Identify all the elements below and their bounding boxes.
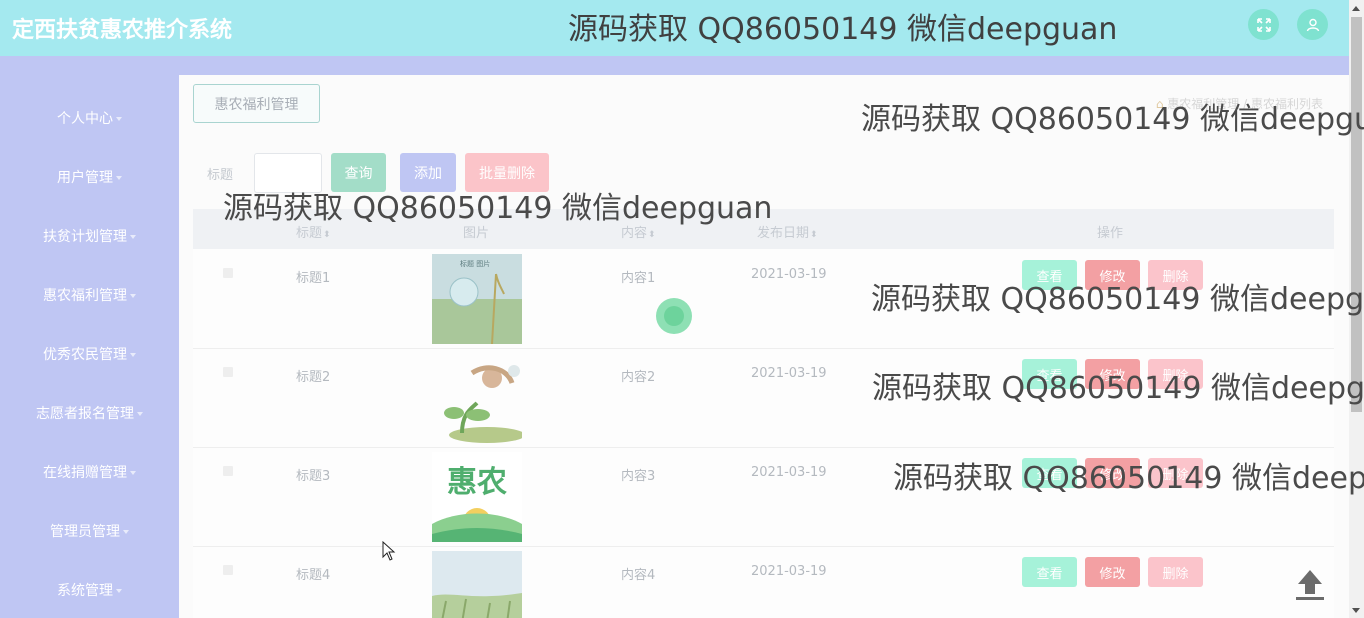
search-label: 标题 — [207, 168, 234, 183]
sidebar-item-volunteers[interactable]: 志愿者报名管理 — [0, 403, 179, 423]
home-icon: ⌂ — [1155, 97, 1164, 111]
cell-content: 内容4 — [621, 568, 656, 583]
watermark-text: 源码获取 QQ86050149 微信deepguan — [568, 12, 1118, 47]
scroll-down-icon[interactable] — [1352, 608, 1360, 613]
cell-content: 内容3 — [621, 469, 656, 484]
delete-button[interactable]: 删除 — [1148, 260, 1203, 290]
click-indicator — [656, 298, 692, 334]
table-row: 标题3 惠农 内容3 2021-03-19 查看 修改 删除 — [193, 448, 1334, 547]
edit-button[interactable]: 修改 — [1085, 359, 1140, 389]
sidebar-item-label: 用户管理 — [57, 170, 113, 186]
table-header: 标题⬍ 图片 内容⬍ 发布日期⬍ 操作 — [193, 209, 1334, 249]
column-header-content[interactable]: 内容⬍ — [621, 222, 656, 241]
cell-date: 2021-03-19 — [751, 564, 827, 579]
caret-down-icon — [116, 589, 122, 593]
cell-date: 2021-03-19 — [751, 267, 827, 282]
fullscreen-icon[interactable] — [1248, 9, 1279, 40]
image-logo-text: 惠农 — [447, 465, 507, 500]
main-content: 惠农福利管理 ⌂ 惠农福利管理 / 惠农福利列表 标题 查询 添加 批量删除 标… — [179, 75, 1349, 618]
row-image: 标题 图片 — [432, 254, 522, 344]
cell-title: 标题1 — [296, 271, 331, 286]
caret-down-icon — [130, 353, 136, 357]
sidebar-item-farmers[interactable]: 优秀农民管理 — [0, 344, 179, 364]
caret-down-icon — [116, 117, 122, 121]
back-to-top-icon[interactable] — [1294, 566, 1326, 602]
row-checkbox[interactable] — [223, 268, 233, 278]
page-tag[interactable]: 惠农福利管理 — [193, 84, 320, 123]
column-header-actions: 操作 — [1097, 226, 1124, 241]
sidebar-item-label: 扶贫计划管理 — [43, 229, 127, 245]
vertical-scrollbar[interactable] — [1349, 0, 1364, 618]
sidebar-item-admins[interactable]: 管理员管理 — [0, 521, 179, 541]
sidebar-item-personal-center[interactable]: 个人中心 — [0, 108, 179, 128]
caret-down-icon — [123, 530, 129, 534]
sort-icon: ⬍ — [648, 230, 656, 240]
breadcrumb-item: 惠农福利列表 — [1250, 97, 1323, 111]
mouse-pointer-icon — [382, 540, 396, 566]
sidebar-item-label: 惠农福利管理 — [43, 288, 127, 304]
sort-icon: ⬍ — [323, 230, 331, 240]
row-checkbox[interactable] — [223, 565, 233, 575]
sidebar-item-label: 在线捐赠管理 — [43, 465, 127, 481]
cell-title: 标题2 — [296, 370, 331, 385]
table-row: 标题1 标题 图片 内容1 2021-03-19 查看 修改 删除 — [193, 250, 1334, 349]
row-image: 惠农 — [432, 452, 522, 542]
user-avatar-icon[interactable] — [1297, 9, 1328, 40]
cell-title: 标题3 — [296, 469, 331, 484]
breadcrumb-item[interactable]: 惠农福利管理 — [1167, 97, 1239, 111]
sidebar-item-users[interactable]: 用户管理 — [0, 167, 179, 187]
caret-down-icon — [137, 412, 143, 416]
sidebar-item-label: 系统管理 — [57, 583, 113, 599]
view-button[interactable]: 查看 — [1022, 260, 1077, 290]
cell-title: 标题4 — [296, 568, 331, 583]
sort-icon: ⬍ — [810, 230, 818, 240]
breadcrumb: ⌂ 惠农福利管理 / 惠农福利列表 — [1155, 97, 1323, 111]
svg-text:标题 图片: 标题 图片 — [460, 259, 490, 268]
caret-down-icon — [130, 294, 136, 298]
sidebar-item-label: 优秀农民管理 — [43, 347, 127, 363]
sidebar-item-label: 个人中心 — [57, 111, 113, 127]
app-title: 定西扶贫惠农推介系统 — [12, 18, 233, 43]
column-header-title[interactable]: 标题⬍ — [296, 222, 331, 241]
view-button[interactable]: 查看 — [1022, 557, 1077, 587]
caret-down-icon — [116, 176, 122, 180]
row-image — [432, 551, 522, 618]
caret-down-icon — [130, 471, 136, 475]
title-search-input[interactable] — [254, 153, 322, 193]
column-header-date[interactable]: 发布日期⬍ — [757, 222, 818, 241]
edit-button[interactable]: 修改 — [1085, 458, 1140, 488]
sidebar-item-system[interactable]: 系统管理 — [0, 580, 179, 600]
delete-button[interactable]: 删除 — [1148, 458, 1203, 488]
view-button[interactable]: 查看 — [1022, 359, 1077, 389]
sidebar-item-donations[interactable]: 在线捐赠管理 — [0, 462, 179, 482]
cell-content: 内容1 — [621, 271, 656, 286]
row-checkbox[interactable] — [223, 367, 233, 377]
cell-content: 内容2 — [621, 370, 656, 385]
scrollbar-thumb[interactable] — [1351, 17, 1362, 412]
cell-date: 2021-03-19 — [751, 465, 827, 480]
cell-date: 2021-03-19 — [751, 366, 827, 381]
sidebar-item-welfare[interactable]: 惠农福利管理 — [0, 285, 179, 305]
row-checkbox[interactable] — [223, 466, 233, 476]
scroll-up-icon[interactable] — [1352, 6, 1360, 11]
sidebar-item-poverty-plan[interactable]: 扶贫计划管理 — [0, 226, 179, 246]
top-bar: 定西扶贫惠农推介系统 源码获取 QQ86050149 微信deepguan — [0, 0, 1349, 56]
edit-button[interactable]: 修改 — [1085, 260, 1140, 290]
caret-down-icon — [130, 235, 136, 239]
sidebar: 个人中心 用户管理 扶贫计划管理 惠农福利管理 优秀农民管理 志愿者报名管理 在… — [0, 56, 179, 618]
table-row: 标题2 内容2 2021-03-19 查看 修改 删除 — [193, 349, 1334, 448]
sidebar-item-label: 志愿者报名管理 — [36, 406, 134, 422]
sidebar-item-label: 管理员管理 — [50, 524, 120, 540]
data-table: 标题⬍ 图片 内容⬍ 发布日期⬍ 操作 标题1 标题 图片 内容1 2021-0… — [193, 209, 1334, 618]
table-row: 标题4 内容4 2021-03-19 查看 修改 删除 — [193, 547, 1334, 618]
delete-button[interactable]: 删除 — [1148, 557, 1203, 587]
batch-delete-button[interactable]: 批量删除 — [465, 153, 549, 192]
column-header-image: 图片 — [463, 226, 490, 241]
row-image — [432, 353, 522, 443]
view-button[interactable]: 查看 — [1022, 458, 1077, 488]
add-button[interactable]: 添加 — [400, 153, 456, 192]
edit-button[interactable]: 修改 — [1085, 557, 1140, 587]
query-button[interactable]: 查询 — [331, 153, 386, 192]
delete-button[interactable]: 删除 — [1148, 359, 1203, 389]
